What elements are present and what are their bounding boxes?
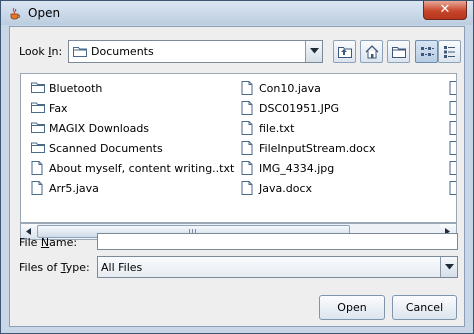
title-bar[interactable]: Open ✕ [1, 1, 473, 25]
list-item-label: Con10.java [259, 82, 321, 95]
new-folder-button[interactable] [387, 40, 410, 63]
file-name-label: File Name: [19, 236, 78, 249]
files-of-type-label: Files of Type: [19, 261, 90, 274]
list-view-icon [421, 47, 434, 56]
list-item-label: Arr5.java [49, 182, 99, 195]
file-icon [449, 141, 456, 155]
up-one-level-button[interactable] [333, 40, 356, 63]
files-of-type-value: All Files [101, 261, 143, 274]
file-list[interactable]: Bluetooth Fax MAGIX Downloads Scanned Docum… [20, 73, 457, 223]
file-icon [449, 181, 456, 195]
file-icon [31, 181, 43, 195]
list-item-label: Fax [49, 102, 68, 115]
folder-icon [31, 142, 45, 153]
list-item-label: MAGIX Downloads [49, 122, 150, 135]
file-icon [449, 81, 456, 95]
file-icon [449, 161, 456, 175]
chevron-down-icon [310, 48, 319, 54]
list-item-label: Scanned Documents [49, 142, 163, 155]
details-view-icon [444, 46, 455, 58]
dialog-body: Look In: Documents Bluetooth Fax MAGIX D… [9, 26, 465, 327]
file-icon [241, 81, 253, 95]
list-item-label: About myself, content writing..txt [49, 162, 235, 175]
file-icon [241, 121, 253, 135]
cancel-button[interactable]: Cancel [392, 295, 457, 320]
folder-icon [73, 47, 87, 57]
file-icon [241, 161, 253, 175]
open-button[interactable]: Open [319, 295, 385, 320]
list-item-label: FileInputStream.docx [259, 142, 376, 155]
list-item-label: file.txt [259, 122, 295, 135]
look-in-label: Look In: [19, 45, 63, 58]
java-cup-icon [10, 7, 21, 20]
file-name-input[interactable] [97, 233, 458, 250]
home-icon [365, 45, 379, 59]
open-dialog: Open ✕ Look In: Documents Bluetooth Fax … [0, 0, 474, 334]
file-icon [241, 141, 253, 155]
list-item-label: Bluetooth [49, 82, 103, 95]
home-button[interactable] [360, 40, 383, 63]
window-title: Open [28, 6, 61, 20]
folder-icon [31, 122, 45, 133]
list-item-label: DSC01951.JPG [259, 102, 340, 115]
file-icon [241, 181, 253, 195]
arrow-left-icon [26, 228, 31, 235]
file-icon [241, 101, 253, 115]
files-of-type-combo[interactable]: All Files [97, 256, 458, 278]
folder-icon [31, 102, 45, 113]
look-in-combo[interactable]: Documents [68, 40, 323, 63]
chevron-down-icon [445, 264, 454, 270]
list-item-label: Java.docx [259, 182, 313, 195]
look-in-dropdown-arrow[interactable] [305, 41, 322, 62]
look-in-value: Documents [91, 45, 154, 58]
list-item-label: IMG_4334.jpg [259, 162, 335, 175]
file-icon [31, 161, 43, 175]
file-icon [449, 101, 456, 115]
new-folder-icon [392, 47, 406, 58]
file-icon [449, 121, 456, 135]
folder-icon [31, 82, 45, 93]
files-of-type-dropdown-arrow[interactable] [440, 257, 457, 277]
close-button[interactable]: ✕ [423, 1, 467, 20]
list-view-button[interactable] [415, 40, 438, 63]
up-folder-icon [338, 47, 352, 58]
details-view-button[interactable] [438, 40, 461, 63]
